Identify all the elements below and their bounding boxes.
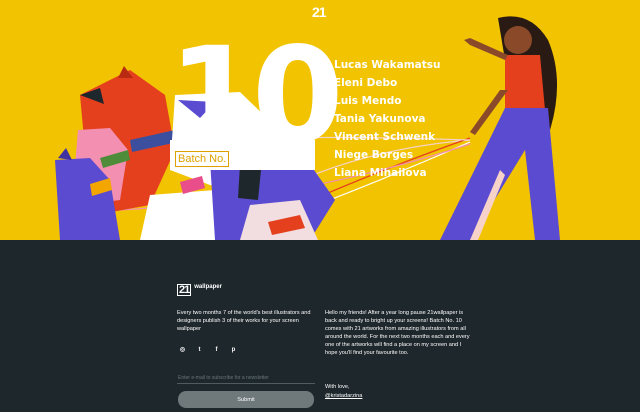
- brand-name: wallpaper: [194, 284, 222, 290]
- site-logo[interactable]: 21: [312, 4, 327, 20]
- artist-name[interactable]: Luis Mendo: [334, 92, 441, 110]
- social-links: ◎ t f p: [178, 345, 238, 354]
- walker-illustration: [440, 16, 560, 240]
- welcome-letter: Hello my friends! After a year long paus…: [325, 310, 470, 356]
- artist-name[interactable]: Eleni Debo: [334, 74, 441, 92]
- batch-label: Batch No.: [175, 151, 230, 167]
- facebook-icon[interactable]: f: [212, 345, 221, 354]
- artist-list: Lucas Wakamatsu Eleni Debo Luis Mendo Ta…: [334, 56, 441, 182]
- brand-mark: 21: [177, 284, 192, 296]
- artist-name[interactable]: Vincent Schwenk: [334, 128, 441, 146]
- footer-section: [0, 240, 640, 412]
- artist-name[interactable]: Tania Yakunova: [334, 110, 441, 128]
- batch-number: 10: [168, 19, 344, 173]
- twitter-icon[interactable]: t: [195, 345, 204, 354]
- author-handle-link[interactable]: @kristadarzina: [325, 392, 362, 400]
- instagram-icon[interactable]: ◎: [178, 345, 187, 354]
- signoff-text: With love,: [325, 384, 350, 390]
- artist-name[interactable]: Lucas Wakamatsu: [334, 56, 441, 74]
- artist-name[interactable]: Liana Mihailova: [334, 164, 441, 182]
- pinterest-icon[interactable]: p: [229, 345, 238, 354]
- hero-section: 21 10 Batch No. Lucas Wakamatsu Eleni De…: [0, 0, 640, 240]
- newsletter-email-input[interactable]: [177, 372, 315, 384]
- artist-name[interactable]: Niege Borges: [334, 146, 441, 164]
- footer-brand[interactable]: 21 wallpaper: [177, 284, 222, 296]
- site-description: Every two months 7 of the world's best i…: [177, 310, 311, 332]
- submit-button[interactable]: Submit: [178, 391, 314, 408]
